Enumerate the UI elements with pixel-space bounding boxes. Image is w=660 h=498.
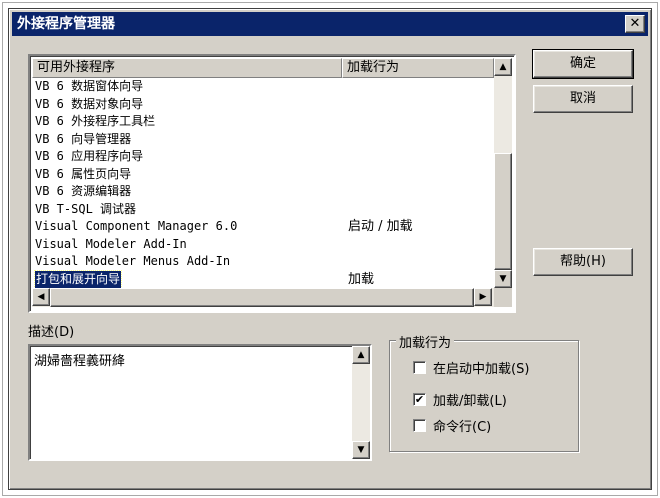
description-text: 湖婦嗇程義研絳 — [34, 354, 126, 369]
addin-name: VB T-SQL 调试器 — [35, 201, 137, 216]
load-on-startup-option[interactable]: 在启动中加载(S) — [413, 358, 529, 377]
command-line-label: 命令行(C) — [433, 420, 492, 435]
list-item[interactable]: VB 6 数据对象向导 — [32, 96, 494, 114]
addin-name: VB 6 资源编辑器 — [35, 184, 132, 198]
cancel-button[interactable]: 取消 — [533, 85, 633, 113]
arrow-down-icon: ▼ — [499, 274, 507, 284]
description-label: 描述(D) — [28, 325, 75, 340]
command-line-option[interactable]: 命令行(C) — [413, 416, 491, 435]
scrollbar-corner — [494, 288, 512, 307]
addin-name: VB 6 应用程序向导 — [35, 149, 144, 163]
load-unload-option[interactable]: ✔ 加载/卸载(L) — [413, 390, 507, 409]
scroll-up-button[interactable]: ▲ — [494, 58, 512, 76]
list-rows: VB 6 数据窗体向导 VB 6 数据对象向导 VB 6 外接程序工具栏 VB 6 向… — [32, 78, 494, 288]
help-button[interactable]: 帮助(H) — [533, 248, 633, 276]
vertical-scrollbar[interactable]: ▲ ▼ — [494, 58, 512, 288]
addin-name: VB 6 向导管理器 — [35, 131, 132, 146]
addin-name: VB 6 数据窗体向导 — [35, 79, 144, 93]
list-item[interactable]: Visual Modeler Menus Add-In — [32, 253, 494, 271]
description-box[interactable]: 湖婦嗇程義研絳 ▲ ▼ — [28, 344, 372, 461]
addin-name: Visual Component Manager 6.0 — [35, 219, 238, 233]
scroll-down-button[interactable]: ▼ — [494, 270, 512, 288]
addin-name: VB 6 外接程序工具栏 — [35, 114, 156, 128]
arrow-down-icon: ▼ — [357, 445, 365, 455]
addin-name: VB 6 数据对象向导 — [35, 96, 144, 111]
addin-manager-dialog: 外接程序管理器 ✕ 可用外接程序 加载行为 VB 6 数据窗体向导 VB 6 数据… — [8, 8, 652, 490]
load-unload-checkbox[interactable]: ✔ — [413, 393, 426, 406]
check-icon: ✔ — [414, 393, 425, 406]
list-header: 可用外接程序 加载行为 — [32, 58, 494, 78]
addin-name: VB 6 属性页向导 — [35, 166, 132, 181]
list-item[interactable]: Visual Component Manager 6.0 启动 / 加载 — [32, 218, 494, 236]
close-button[interactable]: ✕ — [625, 15, 645, 33]
window-title: 外接程序管理器 — [17, 16, 115, 32]
addin-name: 打包和展开向导 — [33, 269, 123, 288]
addin-name: Visual Modeler Add-In — [35, 236, 187, 251]
load-unload-label: 加载/卸载(L) — [433, 394, 507, 409]
close-icon: ✕ — [629, 16, 641, 31]
addin-list[interactable]: 可用外接程序 加载行为 VB 6 数据窗体向导 VB 6 数据对象向导 VB 6 外… — [28, 54, 516, 313]
list-item[interactable]: VB 6 数据窗体向导 — [32, 78, 494, 96]
list-item[interactable]: VB T-SQL 调试器 — [32, 201, 494, 219]
horizontal-scroll-thumb[interactable] — [50, 288, 474, 307]
column-header-load-behavior[interactable]: 加载行为 — [342, 58, 494, 78]
list-item[interactable]: VB 6 资源编辑器 — [32, 183, 494, 201]
arrow-up-icon: ▲ — [499, 62, 507, 72]
arrow-left-icon: ◀ — [37, 292, 45, 302]
column-header-available-addins[interactable]: 可用外接程序 — [32, 58, 342, 78]
horizontal-scrollbar[interactable]: ◀ ▶ — [32, 288, 494, 307]
ok-button[interactable]: 确定 — [532, 49, 634, 79]
list-item[interactable]: Visual Modeler Add-In — [32, 236, 494, 254]
command-line-checkbox[interactable] — [413, 419, 426, 432]
addin-load-behavior: 加载 — [348, 271, 375, 287]
addin-name: Visual Modeler Menus Add-In — [35, 254, 231, 268]
list-item[interactable]: VB 6 应用程序向导 — [32, 148, 494, 166]
title-bar: 外接程序管理器 ✕ — [12, 12, 648, 36]
desc-scroll-down-button[interactable]: ▼ — [352, 441, 370, 459]
list-item[interactable]: 打包和展开向导 加载 — [32, 269, 494, 288]
list-item[interactable]: VB 6 向导管理器 — [32, 131, 494, 149]
desc-scroll-up-button[interactable]: ▲ — [352, 346, 370, 364]
vertical-scroll-thumb[interactable] — [494, 153, 512, 270]
load-on-startup-checkbox[interactable] — [413, 361, 426, 374]
arrow-up-icon: ▲ — [357, 350, 365, 360]
description-scrollbar[interactable]: ▲ ▼ — [352, 346, 370, 459]
load-on-startup-label: 在启动中加载(S) — [433, 362, 530, 377]
arrow-right-icon: ▶ — [479, 292, 487, 302]
load-behavior-legend: 加载行为 — [396, 332, 455, 351]
scroll-right-button[interactable]: ▶ — [474, 288, 492, 306]
scroll-left-button[interactable]: ◀ — [32, 288, 50, 306]
list-item[interactable]: VB 6 外接程序工具栏 — [32, 113, 494, 131]
list-item[interactable]: VB 6 属性页向导 — [32, 166, 494, 184]
addin-load-behavior: 启动 / 加载 — [348, 219, 413, 234]
